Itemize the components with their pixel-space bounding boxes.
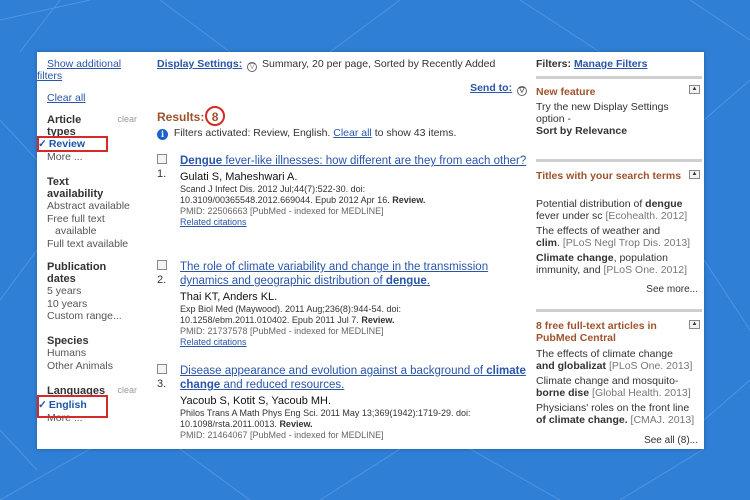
related-title-link[interactable]: Potential distribution of dengue fever u… <box>536 198 700 222</box>
filter-full-text-available[interactable]: Full text available <box>47 238 139 251</box>
result-checkbox[interactable] <box>157 364 167 374</box>
free-article-link[interactable]: The effects of climate change and global… <box>536 348 700 372</box>
result-citation: Exp Biol Med (Maywood). 2011 Aug;236(8):… <box>180 304 401 325</box>
related-citations-link[interactable]: Related citations <box>180 217 529 227</box>
result-checkbox[interactable] <box>157 154 167 164</box>
result-number: 1. <box>157 168 167 180</box>
result-number: 2. <box>157 274 167 286</box>
collapse-icon[interactable]: ▲ <box>689 320 700 329</box>
collapse-icon[interactable]: ▲ <box>689 170 700 179</box>
result-title-link[interactable]: Disease appearance and evolution against… <box>180 364 529 392</box>
species-group: Species Humans Other Animals <box>47 335 139 372</box>
results-count: 8 <box>204 106 225 126</box>
divider <box>536 76 702 79</box>
info-icon: i <box>157 129 168 140</box>
display-settings-value: Summary, 20 per page, Sorted by Recently… <box>262 58 496 70</box>
see-more-link[interactable]: See more... <box>646 284 698 295</box>
result-title-link[interactable]: Dengue fever-like illnesses: how differe… <box>180 154 529 168</box>
filter-humans[interactable]: Humans <box>47 347 139 360</box>
filters-header: Filters: Manage Filters <box>536 58 648 70</box>
filter-abstract-available[interactable]: Abstract available <box>47 200 139 213</box>
text-availability-heading: Text availability <box>47 176 104 200</box>
article-types-clear[interactable]: clear <box>117 114 137 124</box>
results-heading: Results: 8 <box>157 106 225 126</box>
result-authors: Thai KT, Anders KL. <box>180 291 278 303</box>
dropdown-icon[interactable]: ▽ <box>247 62 258 72</box>
languages-clear[interactable]: clear <box>117 385 137 395</box>
titles-search-terms-heading: Titles with your search terms <box>536 170 682 182</box>
dropdown-icon[interactable]: ▽ <box>517 86 527 96</box>
publication-dates-group: Publication dates 5 years 10 years Custo… <box>47 261 139 323</box>
display-settings-label[interactable]: Display Settings: <box>157 58 242 70</box>
highlight-review <box>37 136 108 152</box>
manage-filters-link[interactable]: Manage Filters <box>574 58 648 70</box>
highlight-english <box>37 395 108 418</box>
send-to-menu[interactable]: Send to: ▽ <box>470 82 529 96</box>
result-title-link[interactable]: The role of climate variability and chan… <box>180 260 529 288</box>
related-title-link[interactable]: The effects of weather and clim. [PLoS N… <box>536 225 700 249</box>
filter-5-years[interactable]: 5 years <box>47 285 139 298</box>
result-citation: Scand J Infect Dis. 2012 Jul;44(7):522-3… <box>180 184 426 205</box>
result-pmid: PMID: 21464067 [PubMed - indexed for MED… <box>180 430 384 440</box>
send-to-label[interactable]: Send to: <box>470 82 512 94</box>
free-article-link[interactable]: Physicians' roles on the front line of c… <box>536 402 700 426</box>
display-settings[interactable]: Display Settings: ▽ Summary, 20 per page… <box>157 58 495 72</box>
filter-free-full-text[interactable]: Free full text <box>47 213 139 226</box>
new-feature-heading: New feature <box>536 86 596 98</box>
filter-custom-range[interactable]: Custom range... <box>47 310 139 323</box>
related-title-link[interactable]: Climate change, population immunity, and… <box>536 252 700 276</box>
right-column: Filters: Manage Filters New feature ▲ Tr… <box>536 52 702 449</box>
filters-activated-notice: i Filters activated: Review, English. Cl… <box>157 127 456 140</box>
result-pmid: PMID: 22506663 [PubMed - indexed for MED… <box>180 206 384 216</box>
text-availability-group: Text availability Abstract available Fre… <box>47 176 139 250</box>
related-citations-link[interactable]: Related citations <box>180 337 529 347</box>
divider <box>536 309 702 312</box>
result-checkbox[interactable] <box>157 260 167 270</box>
see-all-link[interactable]: See all (8)... <box>644 435 698 446</box>
result-authors: Gulati S, Maheshwari A. <box>180 171 298 183</box>
result-pmid: PMID: 21737578 [PubMed - indexed for MED… <box>180 326 384 336</box>
highlight-results-count <box>204 106 225 126</box>
publication-dates-heading: Publication dates <box>47 261 107 285</box>
article-types-more[interactable]: More ... <box>47 151 139 164</box>
result-citation: Philos Trans A Math Phys Eng Sci. 2011 M… <box>180 408 471 429</box>
clear-all-link[interactable]: Clear all <box>333 127 372 139</box>
filter-free-full-text-cont[interactable]: available <box>47 225 139 238</box>
result-number: 3. <box>157 378 167 390</box>
filter-10-years[interactable]: 10 years <box>47 298 139 311</box>
result-authors: Yacoub S, Kotit S, Yacoub MH. <box>180 395 332 407</box>
show-additional-filters-link[interactable]: Show additional filters <box>37 58 137 82</box>
free-article-link[interactable]: Climate change and mosquito- borne dise … <box>536 375 700 399</box>
species-heading: Species <box>47 335 89 347</box>
free-full-text-heading: 8 free full-text articles in PubMed Cent… <box>536 320 657 344</box>
pubmed-screenshot: Show additional filters Clear all Articl… <box>37 52 704 449</box>
clear-all-filters-link[interactable]: Clear all <box>47 92 86 104</box>
sort-by-relevance-link[interactable]: Sort by Relevance <box>536 125 700 137</box>
new-feature-text: Try the new Display Settings option - So… <box>536 101 700 137</box>
collapse-icon[interactable]: ▲ <box>689 85 700 94</box>
filter-other-animals[interactable]: Other Animals <box>47 360 139 373</box>
divider <box>536 159 702 162</box>
filter-sidebar: Show additional filters Clear all Articl… <box>37 52 139 449</box>
results-main: Display Settings: ▽ Summary, 20 per page… <box>157 52 529 449</box>
